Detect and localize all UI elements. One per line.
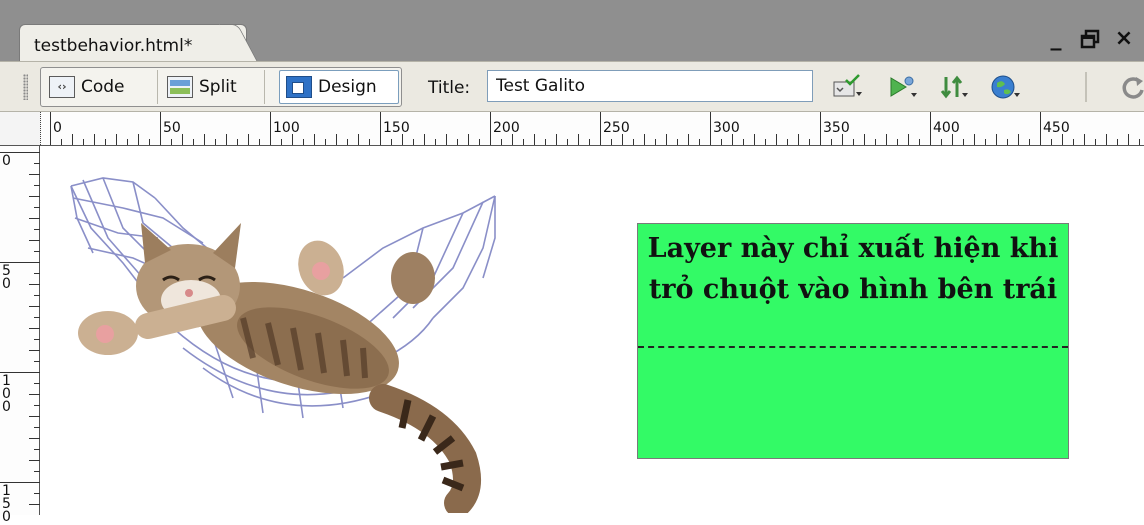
toolbar-grip[interactable] xyxy=(23,74,28,100)
hidden-layer[interactable]: Layer này chỉ xuất hiện khi trỏ chuột và… xyxy=(637,223,1069,459)
ruler-label: 50 xyxy=(2,263,11,292)
ruler-label: 450 xyxy=(1043,120,1070,136)
minimize-button[interactable]: _ xyxy=(1042,24,1070,54)
design-icon xyxy=(286,76,312,98)
document-tab-label: testbehavior.html* xyxy=(34,36,193,56)
document-tab-bar: testbehavior.html* _ × xyxy=(0,0,1144,61)
ruler-label: 350 xyxy=(823,120,850,136)
ruler-label: 150 xyxy=(383,120,410,136)
view-mode-group: ‹› Code Split Design xyxy=(40,67,402,107)
page-title-input[interactable] xyxy=(487,70,813,102)
ruler-label: 150 xyxy=(2,483,11,525)
code-view-button[interactable]: ‹› Code xyxy=(43,70,158,104)
ruler-label: 100 xyxy=(2,373,11,415)
ruler-label: 100 xyxy=(273,120,300,136)
ruler-label: 0 xyxy=(2,153,11,169)
design-label: Design xyxy=(318,77,377,97)
close-icon: × xyxy=(1114,26,1134,51)
split-label: Split xyxy=(199,77,237,97)
validate-markup-icon[interactable] xyxy=(832,74,862,100)
design-canvas[interactable]: Layer này chỉ xuất hiện khi trỏ chuột và… xyxy=(41,146,1144,515)
document-tab[interactable]: testbehavior.html* xyxy=(19,24,247,61)
vertical-ruler-ticks xyxy=(0,152,40,505)
vertical-ruler[interactable]: 0 50 100 150 xyxy=(0,146,40,524)
ruler-label: 400 xyxy=(933,120,960,136)
split-view-button[interactable]: Split xyxy=(161,70,265,104)
restore-button[interactable] xyxy=(1076,24,1104,54)
refresh-icon[interactable] xyxy=(1118,74,1144,100)
horizontal-ruler[interactable]: 05010015020025030035040045050 xyxy=(0,112,1144,146)
cat-figure xyxy=(78,223,481,513)
design-view-button[interactable]: Design xyxy=(279,70,399,104)
split-icon xyxy=(167,76,193,98)
minimize-icon: _ xyxy=(1050,26,1062,51)
layer-text: Layer này chỉ xuất hiện khi trỏ chuột và… xyxy=(647,233,1059,305)
code-icon: ‹› xyxy=(49,76,75,98)
browser-check-icon[interactable] xyxy=(990,74,1020,100)
ruler-label: 50 xyxy=(163,120,181,136)
ruler-label: 0 xyxy=(53,120,62,136)
ruler-label: 300 xyxy=(713,120,740,136)
ruler-label: 200 xyxy=(493,120,520,136)
document-toolbar: ‹› Code Split Design Title: xyxy=(0,61,1144,112)
layer-dashed-divider xyxy=(638,346,1068,348)
horizontal-ruler-ticks xyxy=(50,112,1140,145)
preview-debug-icon[interactable] xyxy=(888,74,918,100)
ruler-label: 250 xyxy=(603,120,630,136)
title-label: Title: xyxy=(428,78,471,98)
restore-icon xyxy=(1080,29,1100,49)
code-label: Code xyxy=(81,77,125,97)
close-button[interactable]: × xyxy=(1110,24,1138,54)
file-management-icon[interactable] xyxy=(938,74,968,100)
ruler-origin[interactable] xyxy=(0,112,41,145)
cat-in-hammock-image[interactable] xyxy=(63,168,503,513)
toolbar-separator xyxy=(1085,72,1087,102)
